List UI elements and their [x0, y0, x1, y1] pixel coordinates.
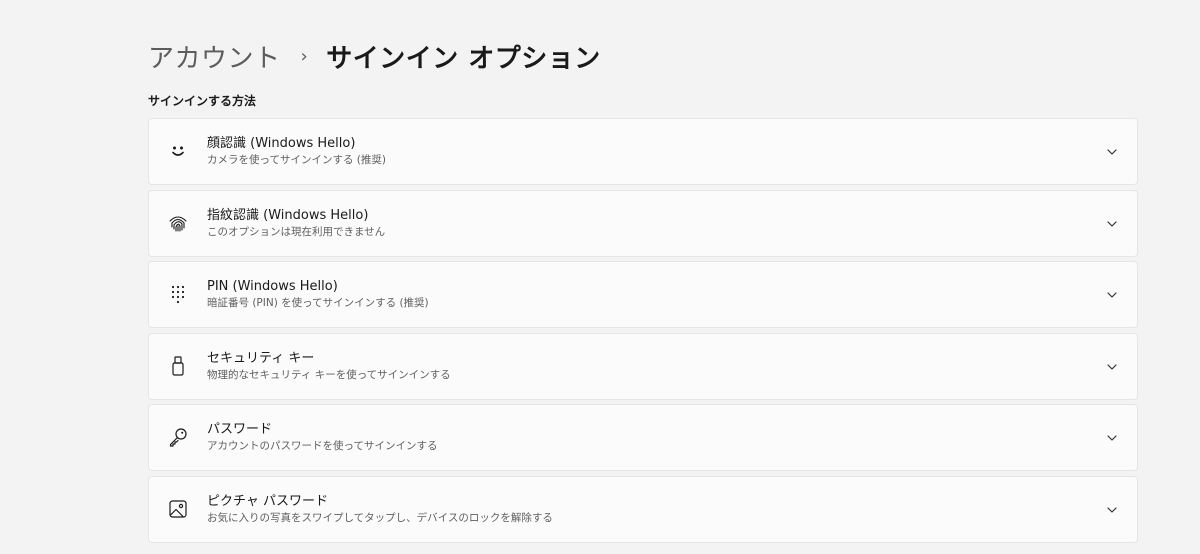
- option-picture-password[interactable]: ピクチャ パスワード お気に入りの写真をスワイプしてタップし、デバイスのロックを…: [148, 475, 1138, 543]
- chevron-down-icon[interactable]: [1105, 360, 1119, 374]
- key-icon: [167, 426, 189, 448]
- option-text: PIN (Windows Hello) 暗証番号 (PIN) を使ってサインイン…: [207, 278, 429, 311]
- chevron-down-icon[interactable]: [1105, 217, 1119, 231]
- option-title: パスワード: [207, 422, 273, 437]
- option-title: セキュリティ キー: [207, 350, 315, 366]
- signin-options-list: 顔認識 (Windows Hello) カメラを使ってサインインする (推奨): [148, 118, 1138, 547]
- option-title: 顔認識 (Windows Hello): [207, 136, 356, 151]
- option-subtitle: 物理的なセキュリティ キーを使ってサインインする: [207, 368, 451, 381]
- section-title: サインインする方法: [148, 94, 257, 108]
- pin-keypad-icon: [167, 283, 189, 305]
- option-title: ピクチャ パスワード: [207, 493, 329, 509]
- chevron-down-icon[interactable]: [1105, 431, 1119, 445]
- option-text: セキュリティ キー 物理的なセキュリティ キーを使ってサインインする: [207, 350, 451, 383]
- settings-page: アカウント › サインイン オプション サインインする方法 顔認識 (Windo…: [0, 0, 1200, 554]
- page-title: サインイン オプション: [326, 43, 601, 74]
- option-security-key[interactable]: セキュリティ キー 物理的なセキュリティ キーを使ってサインインする: [148, 332, 1138, 400]
- breadcrumb-account-link[interactable]: アカウント: [148, 38, 281, 75]
- option-password[interactable]: パスワード アカウントのパスワードを使ってサインインする: [148, 404, 1138, 471]
- chevron-down-icon[interactable]: [1105, 503, 1119, 517]
- option-text: パスワード アカウントのパスワードを使ってサインインする: [207, 421, 437, 454]
- option-pin[interactable]: PIN (Windows Hello) 暗証番号 (PIN) を使ってサインイン…: [148, 261, 1138, 328]
- chevron-down-icon[interactable]: [1105, 145, 1119, 159]
- picture-icon: [167, 498, 189, 520]
- fingerprint-icon: [167, 212, 189, 234]
- usb-key-icon: [167, 355, 189, 377]
- face-icon: [167, 140, 189, 162]
- option-text: ピクチャ パスワード お気に入りの写真をスワイプしてタップし、デバイスのロックを…: [207, 493, 553, 526]
- option-fingerprint[interactable]: 指紋認識 (Windows Hello) このオプションは現在利用できません: [148, 189, 1138, 257]
- option-title: 指紋認識 (Windows Hello): [207, 207, 369, 223]
- option-subtitle: アカウントのパスワードを使ってサインインする: [207, 440, 438, 452]
- chevron-down-icon[interactable]: [1105, 288, 1119, 302]
- option-face-recognition[interactable]: 顔認識 (Windows Hello) カメラを使ってサインインする (推奨): [148, 118, 1138, 185]
- option-text: 指紋認識 (Windows Hello) このオプションは現在利用できません: [207, 207, 385, 240]
- option-title: PIN (Windows Hello): [207, 279, 338, 294]
- option-subtitle: 暗証番号 (PIN) を使ってサインインする (推奨): [207, 297, 429, 309]
- option-subtitle: お気に入りの写真をスワイプしてタップし、デバイスのロックを解除する: [207, 511, 553, 524]
- option-text: 顔認識 (Windows Hello) カメラを使ってサインインする (推奨): [207, 135, 386, 168]
- breadcrumb-separator: ›: [300, 45, 309, 67]
- breadcrumb: アカウント › サインイン オプション: [148, 36, 601, 76]
- option-subtitle: カメラを使ってサインインする (推奨): [207, 154, 387, 166]
- option-subtitle: このオプションは現在利用できません: [207, 225, 386, 238]
